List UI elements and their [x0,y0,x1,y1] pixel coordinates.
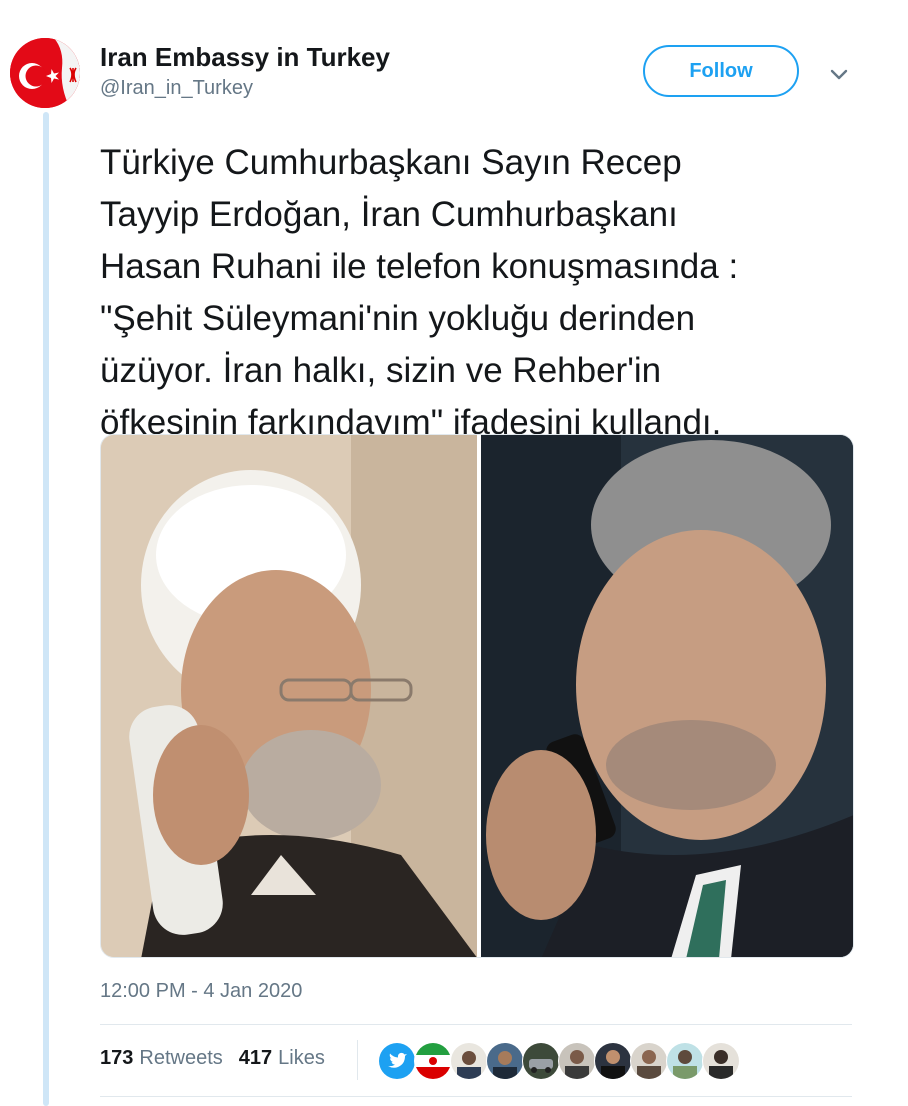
tweet-text: Türkiye Cumhurbaşkanı Sayın Recep Tayyip… [100,137,890,449]
likes-stat[interactable]: 417 Likes [239,1047,325,1070]
retweets-label: Retweets [139,1047,223,1069]
author-handle[interactable]: @Iran_in_Turkey [100,77,253,100]
liker-avatar[interactable] [558,1042,596,1080]
author-avatar[interactable] [10,38,80,108]
liker-avatar[interactable] [522,1042,560,1080]
liker-avatar[interactable] [486,1042,524,1080]
engagement-stats: 173 Retweets 417 Likes [100,1047,325,1070]
liker-avatar[interactable] [450,1042,488,1080]
follow-button[interactable]: Follow [643,45,799,97]
chevron-down-icon[interactable] [826,62,852,88]
liker-avatar[interactable] [594,1042,632,1080]
divider [100,1024,852,1025]
tweet-text-line: "Şehit Süleymani'nin yokluğu derinden [100,299,696,338]
photo-left-person-on-phone [101,435,477,957]
person-portrait-icon [481,435,853,957]
retweets-stat[interactable]: 173 Retweets [100,1047,223,1070]
tweet-timestamp[interactable]: 12:00 PM - 4 Jan 2020 [100,980,302,1003]
likes-count: 417 [238,1047,273,1069]
retweets-count: 173 [100,1047,134,1069]
liker-avatar[interactable] [666,1042,704,1080]
thread-line [43,112,49,1106]
divider [100,1096,852,1097]
liker-avatars [378,1042,740,1080]
liker-avatar[interactable] [702,1042,740,1080]
turkey-iran-flags-avatar-icon [10,38,80,108]
tweet-photo[interactable] [100,434,854,958]
likes-label: Likes [278,1047,325,1069]
author-display-name[interactable]: Iran Embassy in Turkey [100,42,390,73]
tweet-text-line: Tayyip Erdoğan, İran Cumhurbaşkanı [100,195,678,234]
person-portrait-icon [101,435,477,957]
tweet-text-line: üzüyor. İran halkı, sizin ve Rehber'in [100,351,662,390]
tweet-text-line: Hasan Ruhani ile telefon konuşmasında : [100,247,739,286]
stats-separator [357,1040,358,1080]
liker-avatar[interactable] [630,1042,668,1080]
twitter-bird-icon[interactable] [378,1042,416,1080]
liker-avatar[interactable] [414,1042,452,1080]
photo-right-person-on-phone [481,435,853,957]
tweet-text-line: Türkiye Cumhurbaşkanı Sayın Recep [100,143,682,182]
